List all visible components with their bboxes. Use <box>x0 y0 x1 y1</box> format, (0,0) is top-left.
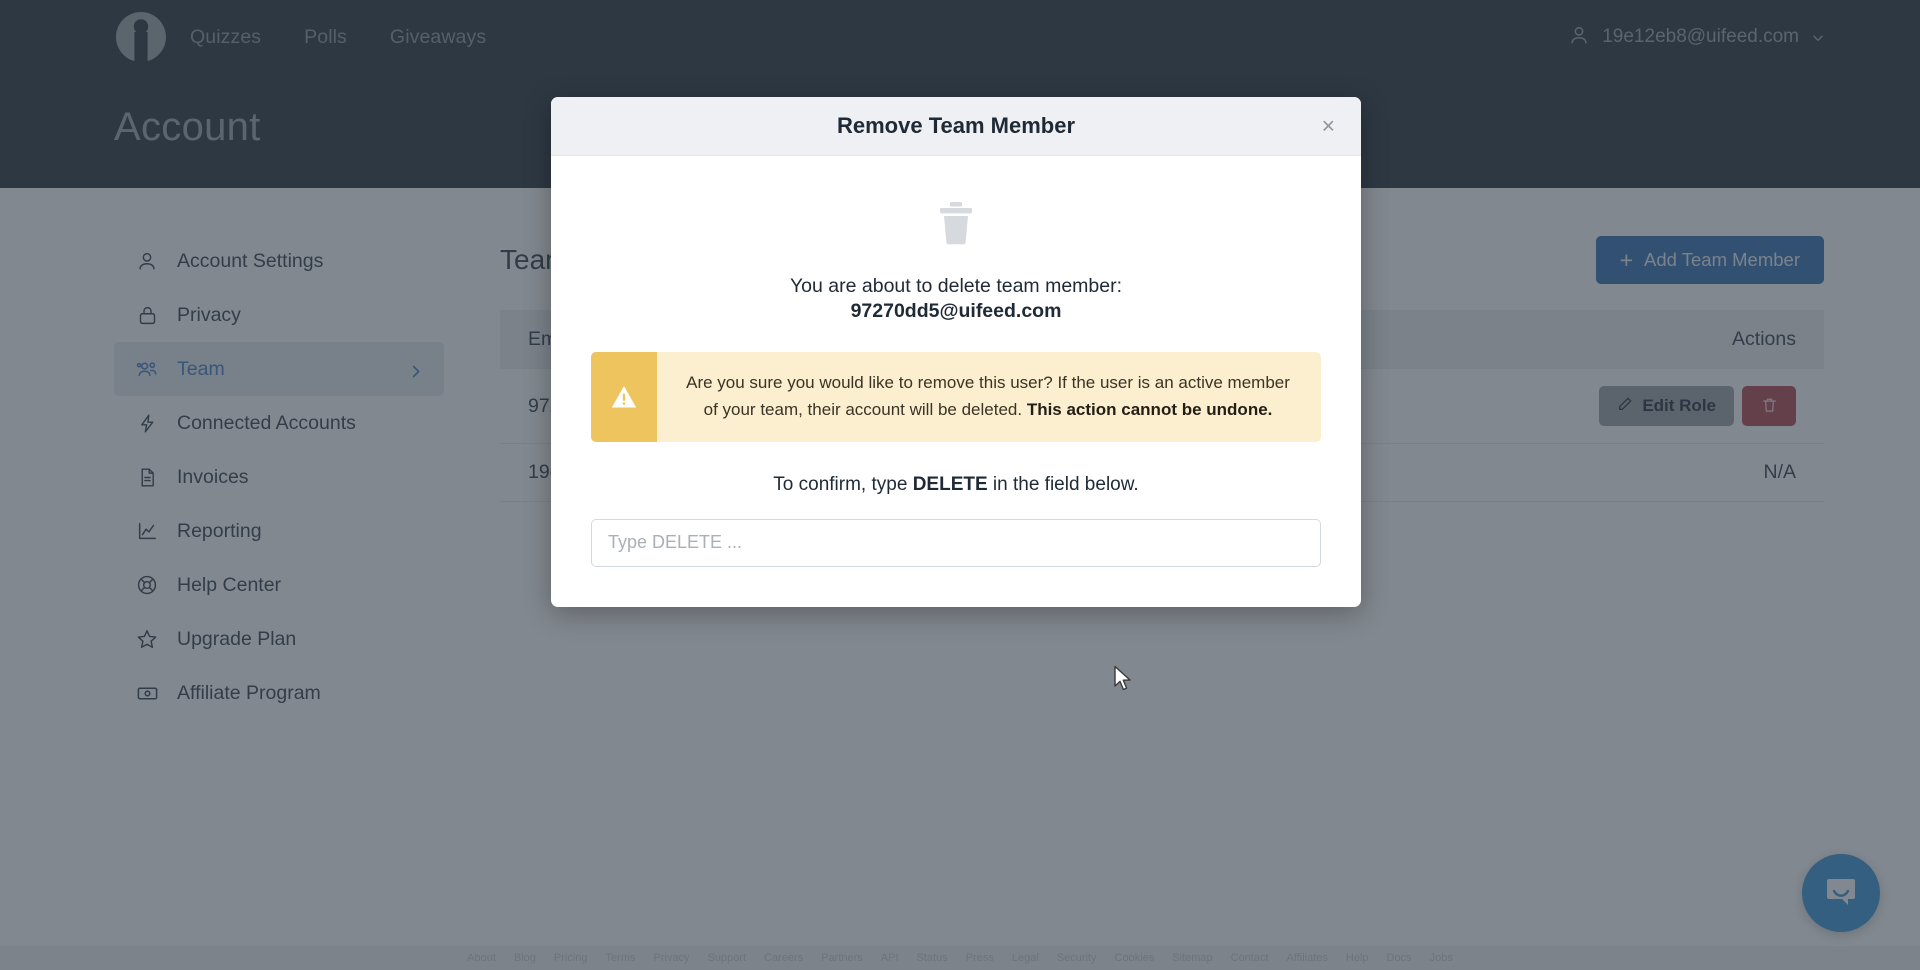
confirm-prefix: To confirm, type <box>773 473 913 495</box>
warning-triangle-icon <box>591 352 657 442</box>
modal-body: You are about to delete team member: 972… <box>551 156 1361 607</box>
mouse-cursor <box>1113 665 1135 693</box>
confirm-keyword: DELETE <box>912 473 988 495</box>
warning-alert-text: Are you sure you would like to remove th… <box>657 352 1321 441</box>
modal-header: Remove Team Member × <box>551 97 1361 156</box>
warning-alert: Are you sure you would like to remove th… <box>591 352 1321 442</box>
modal-title: Remove Team Member <box>836 113 1075 138</box>
delete-confirmation-input[interactable] <box>591 518 1321 567</box>
trash-icon <box>936 200 976 246</box>
confirm-suffix: in the field below. <box>987 473 1139 495</box>
warning-text-bold: This action cannot be undone. <box>1026 400 1273 420</box>
remove-team-member-modal: Remove Team Member × You are about to de… <box>551 97 1361 607</box>
modal-lead-text: You are about to delete team member: <box>789 275 1123 297</box>
confirm-instruction: To confirm, type DELETE in the field bel… <box>591 474 1321 496</box>
modal-target-email: 97270dd5@uifeed.com <box>850 300 1062 323</box>
app-root: Quizzes Polls Giveaways 19e12eb8@uifeed.… <box>0 0 1920 970</box>
close-icon[interactable]: × <box>1314 111 1343 142</box>
